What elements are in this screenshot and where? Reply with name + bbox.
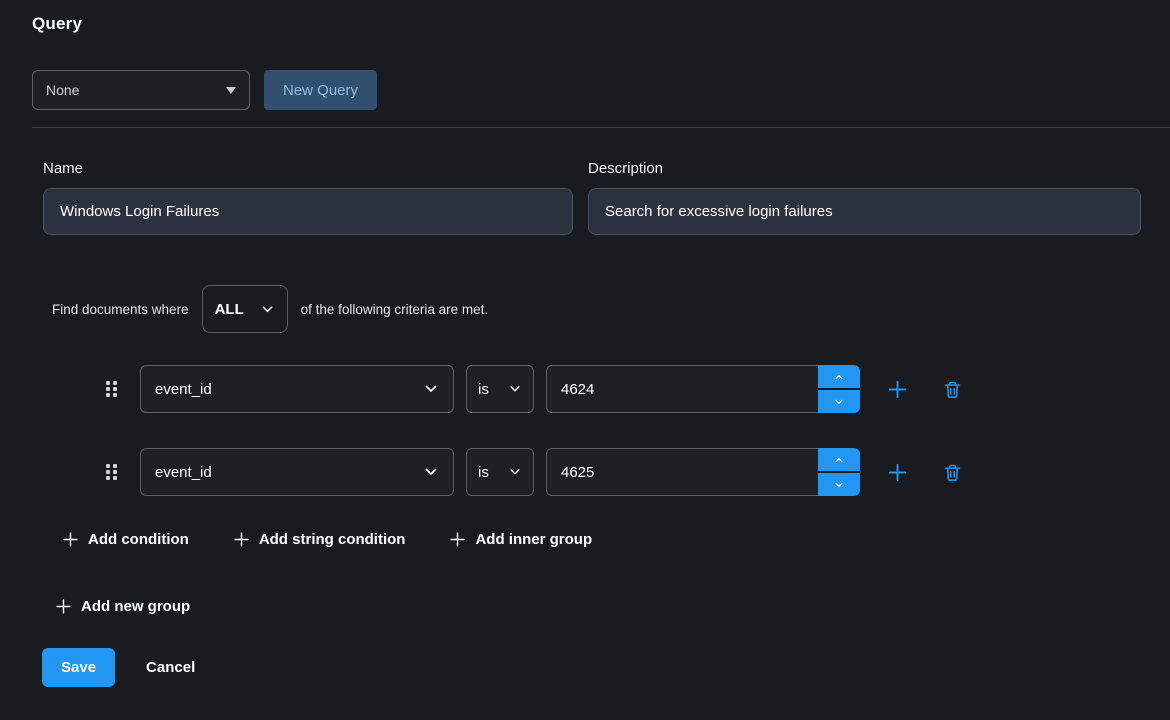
add-string-condition-button[interactable]: Add string condition — [233, 531, 406, 548]
plus-icon — [886, 461, 909, 484]
field-select-value: event_id — [155, 381, 212, 398]
plus-icon — [62, 531, 79, 548]
query-meta: Name Description — [43, 160, 1141, 235]
trash-icon — [942, 379, 963, 400]
new-query-button[interactable]: New Query — [264, 70, 377, 110]
add-condition-inline-button[interactable] — [886, 378, 909, 401]
name-input[interactable] — [43, 188, 573, 235]
add-new-group-button[interactable]: Add new group — [55, 598, 190, 615]
operator-select[interactable]: is — [466, 448, 534, 496]
operator-select-value: is — [478, 381, 489, 398]
drag-handle-icon[interactable] — [106, 381, 117, 397]
match-type-value: ALL — [215, 301, 244, 318]
plus-icon — [233, 531, 250, 548]
chevron-down-icon — [423, 464, 439, 480]
divider — [32, 127, 1170, 128]
plus-icon — [449, 531, 466, 548]
condition-row: event_id is — [106, 365, 1170, 413]
value-number-control — [546, 365, 860, 413]
footer-actions: Save Cancel — [42, 648, 1170, 687]
plus-icon — [886, 378, 909, 401]
saved-query-select[interactable]: None — [32, 70, 250, 110]
drag-handle-icon[interactable] — [106, 464, 117, 480]
number-spinner — [818, 448, 860, 496]
operator-select[interactable]: is — [466, 365, 534, 413]
add-string-condition-label: Add string condition — [259, 531, 406, 548]
spinner-decrement-button[interactable] — [818, 473, 860, 496]
add-group-row: Add new group — [55, 598, 1170, 615]
chevron-down-icon — [260, 302, 275, 317]
find-suffix-text: of the following criteria are met. — [301, 302, 489, 317]
saved-query-select-value: None — [46, 82, 79, 98]
add-condition-inline-button[interactable] — [886, 461, 909, 484]
field-select[interactable]: event_id — [140, 448, 454, 496]
value-number-control — [546, 448, 860, 496]
name-label: Name — [43, 160, 573, 177]
add-new-group-label: Add new group — [81, 598, 190, 615]
query-toolbar: None New Query — [32, 70, 1170, 110]
name-field-group: Name — [43, 160, 573, 235]
add-condition-button[interactable]: Add condition — [62, 531, 189, 548]
plus-icon — [55, 598, 72, 615]
delete-condition-button[interactable] — [942, 462, 963, 483]
add-inner-group-button[interactable]: Add inner group — [449, 531, 592, 548]
find-prefix-text: Find documents where — [52, 302, 189, 317]
find-documents-row: Find documents where ALL of the followin… — [52, 285, 1170, 333]
field-select[interactable]: event_id — [140, 365, 454, 413]
caret-down-icon — [226, 87, 236, 94]
chevron-up-icon — [833, 372, 845, 382]
add-condition-label: Add condition — [88, 531, 189, 548]
save-button[interactable]: Save — [42, 648, 115, 687]
description-field-group: Description — [588, 160, 1141, 235]
chevron-down-icon — [423, 381, 439, 397]
description-label: Description — [588, 160, 1141, 177]
chevron-up-icon — [833, 455, 845, 465]
cancel-button[interactable]: Cancel — [146, 659, 195, 676]
delete-condition-button[interactable] — [942, 379, 963, 400]
operator-select-value: is — [478, 464, 489, 481]
spinner-decrement-button[interactable] — [818, 390, 860, 413]
add-inner-group-label: Add inner group — [475, 531, 592, 548]
spinner-increment-button[interactable] — [818, 448, 860, 471]
chevron-down-icon — [833, 397, 845, 407]
value-input[interactable] — [546, 365, 818, 413]
trash-icon — [942, 462, 963, 483]
chevron-down-icon — [508, 465, 522, 479]
field-select-value: event_id — [155, 464, 212, 481]
number-spinner — [818, 365, 860, 413]
page-title: Query — [32, 14, 1170, 34]
description-input[interactable] — [588, 188, 1141, 235]
chevron-down-icon — [833, 480, 845, 490]
spinner-increment-button[interactable] — [818, 365, 860, 388]
condition-row: event_id is — [106, 448, 1170, 496]
match-type-select[interactable]: ALL — [202, 285, 288, 333]
chevron-down-icon — [508, 382, 522, 396]
value-input[interactable] — [546, 448, 818, 496]
conditions-list: event_id is — [0, 365, 1170, 496]
add-links-row: Add condition Add string condition Add i… — [62, 531, 1170, 548]
